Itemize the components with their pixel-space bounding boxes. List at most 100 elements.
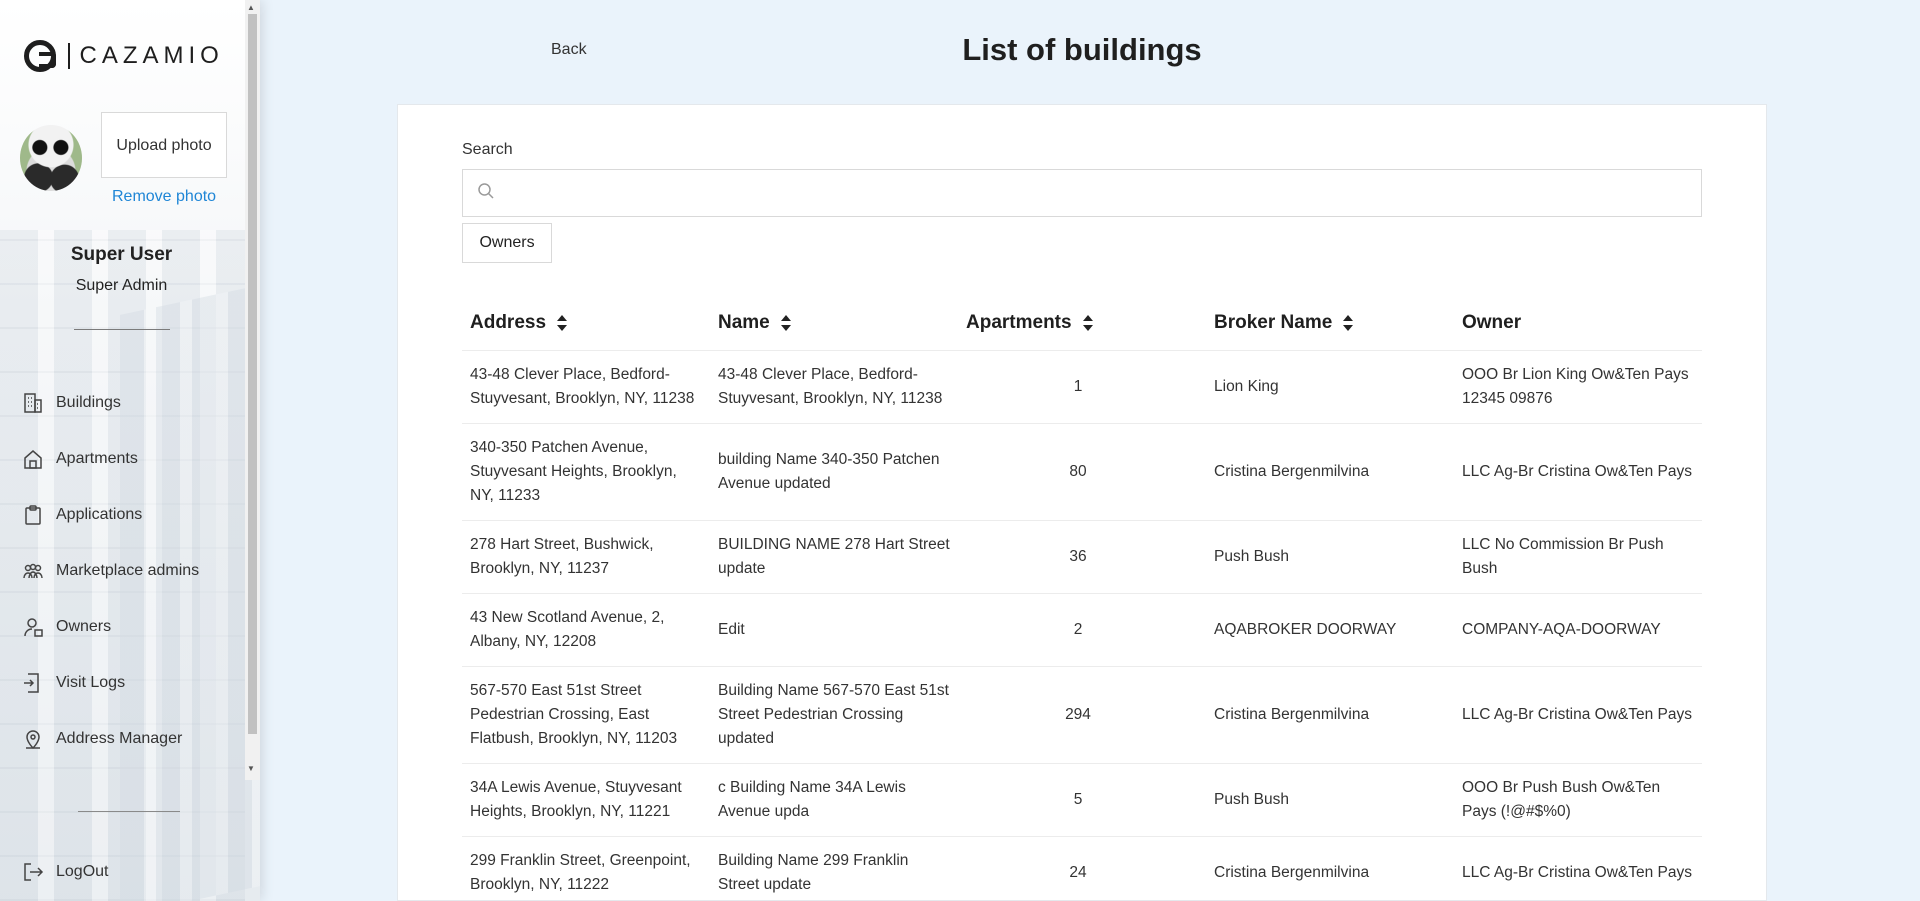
- brand-logo[interactable]: CAZAMIO: [24, 40, 224, 72]
- user-name: Super User: [70, 244, 173, 265]
- back-button[interactable]: Back: [551, 41, 587, 59]
- cell-name: building Name 340-350 Patchen Avenue upd…: [718, 451, 940, 492]
- sidebar-scrollbar-thumb[interactable]: [248, 14, 257, 734]
- home-icon: [22, 448, 44, 470]
- cell-owner: LLC Ag-Br Cristina Ow&Ten Pays: [1462, 706, 1693, 723]
- sidebar-item-partial[interactable]: [22, 767, 199, 787]
- cell-address: 278 Hart Street, Bushwick, Brooklyn, NY,…: [470, 536, 654, 577]
- user-role: Super Admin: [75, 277, 168, 294]
- table-row[interactable]: 567-570 East 51st Street Pedestrian Cros…: [462, 667, 1702, 764]
- cell-apartments: 24: [1069, 864, 1087, 881]
- sort-icon[interactable]: [780, 314, 792, 332]
- logo-divider: [68, 43, 70, 69]
- table-header: Address Name Apartments Broker Name Owne…: [462, 295, 1702, 351]
- cell-owner: COMPANY-AQA-DOORWAY: [1462, 621, 1661, 638]
- sidebar-item-label: Apartments: [56, 450, 138, 467]
- search-box[interactable]: [462, 169, 1702, 217]
- brand-name: CAZAMIO: [79, 42, 224, 69]
- owner-icon: [22, 616, 44, 638]
- sidebar-item-marketplace-admins[interactable]: Marketplace admins: [22, 543, 199, 599]
- sidebar-item-visit-logs[interactable]: Visit Logs: [22, 655, 199, 711]
- scroll-up-arrow-icon[interactable]: ▲: [247, 3, 255, 12]
- column-header-name[interactable]: Name: [710, 312, 958, 334]
- sidebar-item-owners[interactable]: Owners: [22, 599, 199, 655]
- column-header-label: Address: [470, 311, 547, 333]
- cell-apartments: 36: [1069, 548, 1087, 565]
- cell-name: c Building Name 34A Lewis Avenue upda: [718, 779, 906, 820]
- cell-owner: OOO Br Lion King Ow&Ten Pays 12345 09876: [1462, 366, 1689, 407]
- cell-address: 567-570 East 51st Street Pedestrian Cros…: [470, 682, 678, 747]
- cell-address: 43-48 Clever Place, Bedford-Stuyvesant, …: [470, 366, 695, 407]
- sidebar-item-applications[interactable]: Applications: [22, 487, 199, 543]
- nav-divider: [78, 811, 180, 812]
- logo-mark-icon: [24, 40, 56, 72]
- cell-apartments: 80: [1069, 463, 1087, 480]
- cell-broker: AQABROKER DOORWAY: [1214, 621, 1397, 638]
- sidebar-item-label: Address Manager: [56, 730, 183, 747]
- cell-address: 340-350 Patchen Avenue, Stuyvesant Heigh…: [470, 439, 677, 504]
- column-header-label: Owner: [1462, 311, 1522, 333]
- column-header-broker-name[interactable]: Broker Name: [1206, 312, 1454, 334]
- cell-broker: Push Bush: [1214, 548, 1289, 565]
- sidebar-item-buildings[interactable]: Buildings: [22, 375, 199, 431]
- buildings-card: Search Owners Address Name Apartments Br…: [397, 104, 1767, 901]
- cell-broker: Cristina Bergenmilvina: [1214, 463, 1370, 480]
- column-header-label: Name: [718, 311, 770, 333]
- table-row[interactable]: 299 Franklin Street, Greenpoint, Brookly…: [462, 837, 1702, 901]
- logout-button[interactable]: LogOut: [22, 861, 108, 883]
- cell-name: 43-48 Clever Place, Bedford-Stuyvesant, …: [718, 366, 943, 407]
- cell-apartments: 5: [1073, 791, 1083, 808]
- sidebar-nav: Buildings Apartments Applications Market…: [22, 375, 199, 787]
- cell-name: Edit: [718, 621, 745, 638]
- cell-broker: Cristina Bergenmilvina: [1214, 706, 1370, 723]
- column-header-label: Broker Name: [1214, 311, 1333, 333]
- page-title: List of buildings: [962, 32, 1202, 67]
- sort-icon[interactable]: [1342, 314, 1354, 332]
- cell-broker: Lion King: [1214, 378, 1279, 395]
- buildings-table: Address Name Apartments Broker Name Owne…: [462, 295, 1702, 901]
- table-row[interactable]: 34A Lewis Avenue, Stuyvesant Heights, Br…: [462, 764, 1702, 837]
- sort-icon[interactable]: [556, 314, 568, 332]
- sidebar-item-label: Marketplace admins: [56, 562, 200, 579]
- cell-address: 299 Franklin Street, Greenpoint, Brookly…: [470, 852, 691, 893]
- sidebar-item-address-manager[interactable]: Address Manager: [22, 711, 199, 767]
- cell-name: BUILDING NAME 278 Hart Street update: [718, 536, 950, 577]
- remove-photo-link[interactable]: Remove photo: [112, 188, 216, 206]
- search-icon: [477, 182, 495, 205]
- avatar: [20, 125, 82, 191]
- sidebar: CAZAMIO Upload photo Remove photo Super …: [0, 0, 260, 901]
- search-label: Search: [462, 141, 513, 158]
- buildings-icon: [22, 392, 44, 414]
- sidebar-item-label: Owners: [56, 618, 112, 635]
- sidebar-item-label: Applications: [56, 506, 143, 523]
- sidebar-item-apartments[interactable]: Apartments: [22, 431, 199, 487]
- upload-photo-button[interactable]: Upload photo: [101, 112, 227, 178]
- visit-logs-icon: [22, 672, 44, 694]
- table-row[interactable]: 340-350 Patchen Avenue, Stuyvesant Heigh…: [462, 424, 1702, 521]
- cell-apartments: 294: [1065, 706, 1091, 723]
- table-row[interactable]: 278 Hart Street, Bushwick, Brooklyn, NY,…: [462, 521, 1702, 594]
- column-header-address[interactable]: Address: [462, 312, 710, 334]
- cell-address: 43 New Scotland Avenue, 2, Albany, NY, 1…: [470, 609, 665, 650]
- cell-owner: LLC No Commission Br Push Bush: [1462, 536, 1664, 577]
- location-icon: [22, 728, 44, 750]
- column-header-owner: Owner: [1454, 312, 1702, 334]
- table-row[interactable]: 43-48 Clever Place, Bedford-Stuyvesant, …: [462, 351, 1702, 424]
- logout-label: LogOut: [56, 863, 109, 880]
- search-input[interactable]: [505, 170, 1701, 216]
- cell-name: Building Name 299 Franklin Street update: [718, 852, 909, 893]
- scroll-down-arrow-icon[interactable]: ▼: [247, 764, 255, 773]
- cell-name: Building Name 567-570 East 51st Street P…: [718, 682, 949, 747]
- partial-item-icon: [22, 767, 44, 787]
- cell-broker: Cristina Bergenmilvina: [1214, 864, 1370, 881]
- cell-owner: LLC Ag-Br Cristina Ow&Ten Pays: [1462, 463, 1693, 480]
- column-header-label: Apartments: [966, 311, 1072, 333]
- sort-icon[interactable]: [1082, 314, 1094, 332]
- column-header-apartments[interactable]: Apartments: [958, 312, 1206, 334]
- clipboard-icon: [22, 504, 44, 526]
- owners-filter-button[interactable]: Owners: [462, 223, 552, 263]
- table-row[interactable]: 43 New Scotland Avenue, 2, Albany, NY, 1…: [462, 594, 1702, 667]
- logout-icon: [22, 861, 44, 883]
- sidebar-item-label: Buildings: [56, 394, 121, 411]
- cell-broker: Push Bush: [1214, 791, 1289, 808]
